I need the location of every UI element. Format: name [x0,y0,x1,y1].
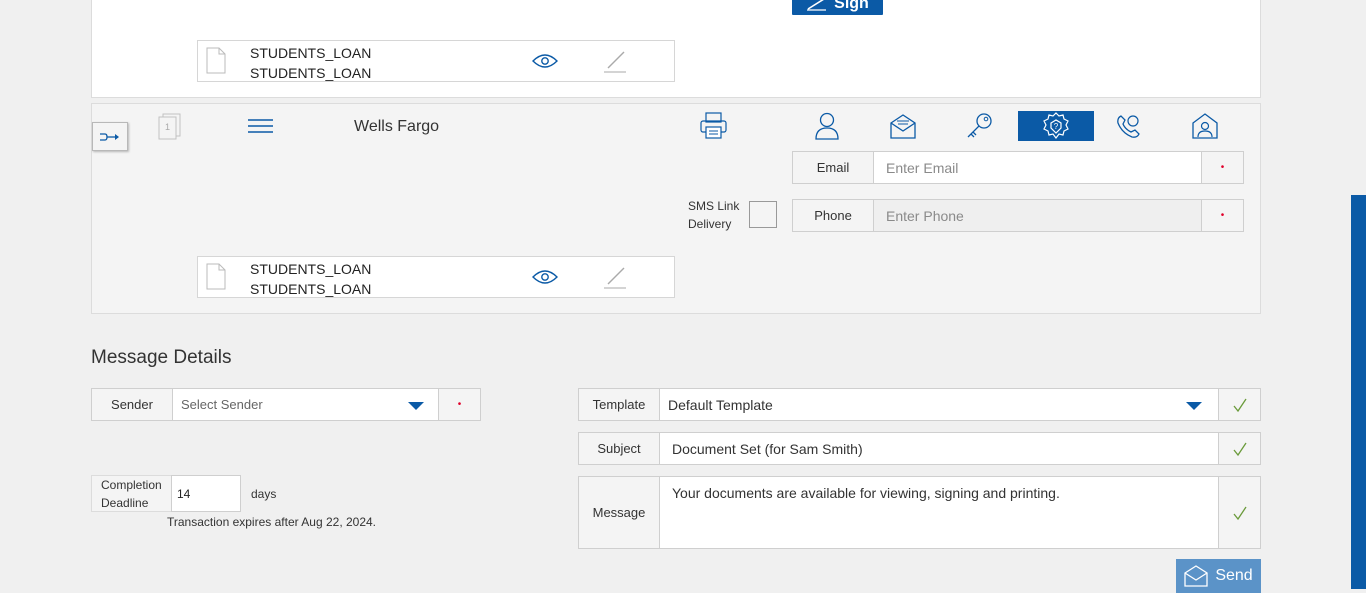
document-row: STUDENTS_LOAN STUDENTS_LOAN [197,40,675,82]
message-group: Message Your documents are available for… [578,476,1261,549]
message-textarea[interactable]: Your documents are available for viewing… [660,477,1218,548]
auth-phone-icon[interactable] [1091,111,1167,141]
expiry-note: Transaction expires after Aug 22, 2024. [167,515,377,529]
routing-button[interactable] [92,122,128,151]
sender-group: Sender Select Sender • [91,388,481,421]
completion-deadline-label: Completion Deadline [91,475,172,512]
recipient-document-row: STUDENTS_LOAN STUDENTS_LOAN [197,256,675,298]
sequence-pages-icon: 1 [158,113,181,140]
phone-label: Phone [793,200,874,231]
file-icon [206,47,226,74]
pen-icon [807,0,827,11]
template-group: Template Default Template [578,388,1261,421]
chevron-down-icon [408,402,424,410]
auth-security-question-icon[interactable]: ? [1018,111,1094,141]
checkmark-icon [1232,398,1247,412]
subject-group: Subject Document Set (for Sam Smith) [578,432,1261,465]
template-value: Default Template [668,396,773,413]
auth-key-icon[interactable] [941,111,1017,141]
subject-valid-indicator [1218,433,1260,464]
document-name: STUDENTS_LOAN [250,45,372,61]
template-valid-indicator [1218,389,1260,420]
auth-person-icon[interactable] [789,111,865,141]
message-details-title: Message Details [91,347,232,368]
phone-group: Phone Enter Phone • [792,199,1244,232]
recipient-name: Wells Fargo [354,118,440,135]
sender-select[interactable]: Select Sender [173,389,438,420]
sign-pen-icon[interactable] [602,50,628,74]
deadline-unit: days [251,487,277,501]
message-valid-indicator [1218,477,1260,548]
document-name-secondary: STUDENTS_LOAN [250,281,372,297]
email-group: Email Enter Email • [792,151,1244,184]
menu-icon[interactable] [247,118,274,134]
email-input[interactable]: Enter Email [874,152,1201,183]
checkmark-icon [1232,506,1247,520]
vertical-scrollbar[interactable] [1351,195,1366,589]
sms-link-delivery-checkbox[interactable] [749,201,777,228]
sender-label: Sender [92,389,173,420]
sequence-number: 1 [165,122,170,132]
view-eye-icon[interactable] [532,269,558,285]
subject-label: Subject [579,433,660,464]
send-button[interactable]: Send [1176,559,1261,593]
svg-text:?: ? [1054,122,1059,131]
completion-deadline-input[interactable]: 14 [171,475,241,512]
printer-icon[interactable] [699,112,728,140]
phone-required-indicator: • [1201,200,1243,231]
message-label: Message [579,477,660,548]
sender-value: Select Sender [181,397,263,412]
sign-button[interactable]: Sign [792,0,883,15]
template-label: Template [579,389,660,420]
checkmark-icon [1232,442,1247,456]
sms-link-delivery-label: SMS Link Delivery [688,199,740,231]
document-name: STUDENTS_LOAN [250,261,372,277]
email-required-indicator: • [1201,152,1243,183]
chevron-down-icon [1186,402,1202,410]
send-envelope-icon [1184,565,1208,587]
template-select[interactable]: Default Template [660,389,1218,420]
send-button-label: Send [1215,567,1253,584]
phone-input[interactable]: Enter Phone [874,200,1201,231]
document-name-secondary: STUDENTS_LOAN [250,65,372,81]
sign-pen-icon[interactable] [602,266,628,290]
file-icon [206,263,226,290]
auth-email-icon[interactable] [865,111,941,141]
sender-required-indicator: • [438,389,480,420]
view-eye-icon[interactable] [532,53,558,69]
route-arrow-icon [100,132,119,141]
auth-id-check-icon[interactable] [1167,111,1243,141]
sign-button-label: Sign [834,0,869,12]
email-label: Email [793,152,874,183]
subject-input[interactable]: Document Set (for Sam Smith) [660,433,1218,464]
